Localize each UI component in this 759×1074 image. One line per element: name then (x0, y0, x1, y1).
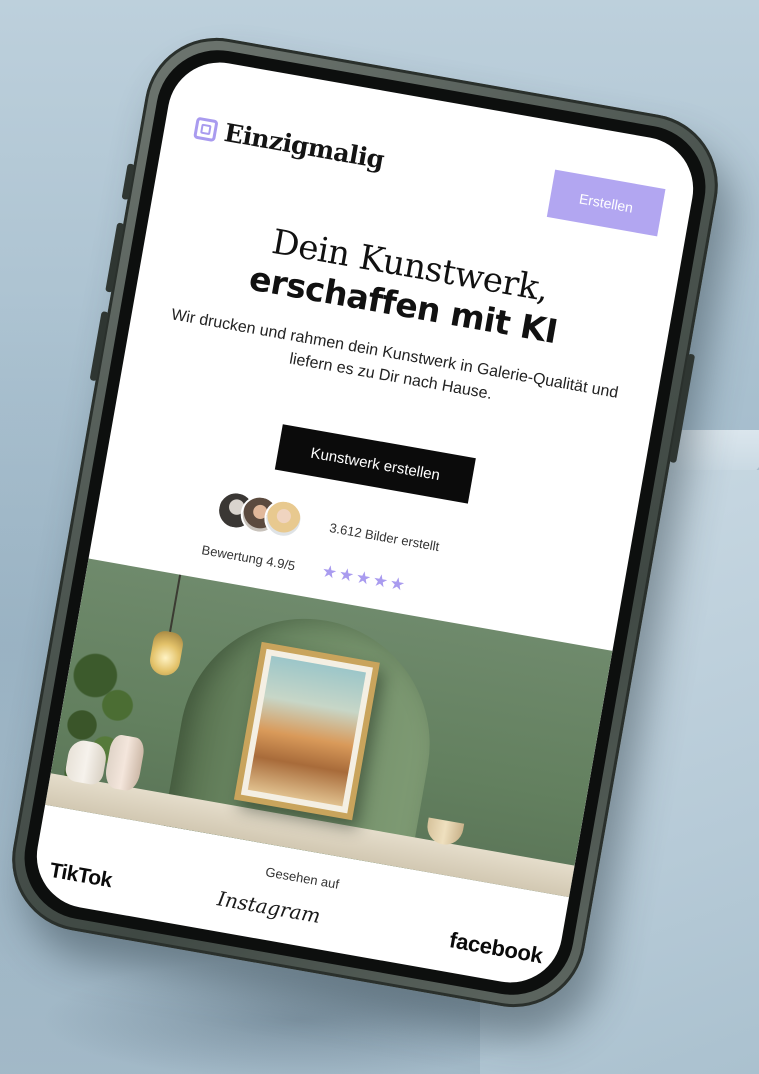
star-rating-icon: ★★★★★ (320, 561, 409, 597)
images-created-count: 3.612 Bilder erstellt (328, 520, 441, 555)
brand-name: Einzigmalig (222, 117, 387, 175)
logo-frame-icon (193, 116, 219, 142)
tiktok-logo: TikTok (47, 858, 114, 893)
create-button[interactable]: Erstellen (546, 169, 666, 237)
brand-logo[interactable]: Einzigmalig (193, 113, 387, 175)
avatar-group (213, 486, 319, 547)
instagram-logo: Instagram (215, 886, 323, 929)
create-artwork-button[interactable]: Kunstwerk erstellen (274, 424, 476, 504)
facebook-logo: facebook (447, 927, 545, 969)
phone-screen: Einzigmalig Erstellen Dein Kunstwerk, er… (28, 54, 702, 991)
lamp-cord (168, 574, 182, 634)
rating-text: Bewertung 4.9/5 (200, 542, 297, 574)
